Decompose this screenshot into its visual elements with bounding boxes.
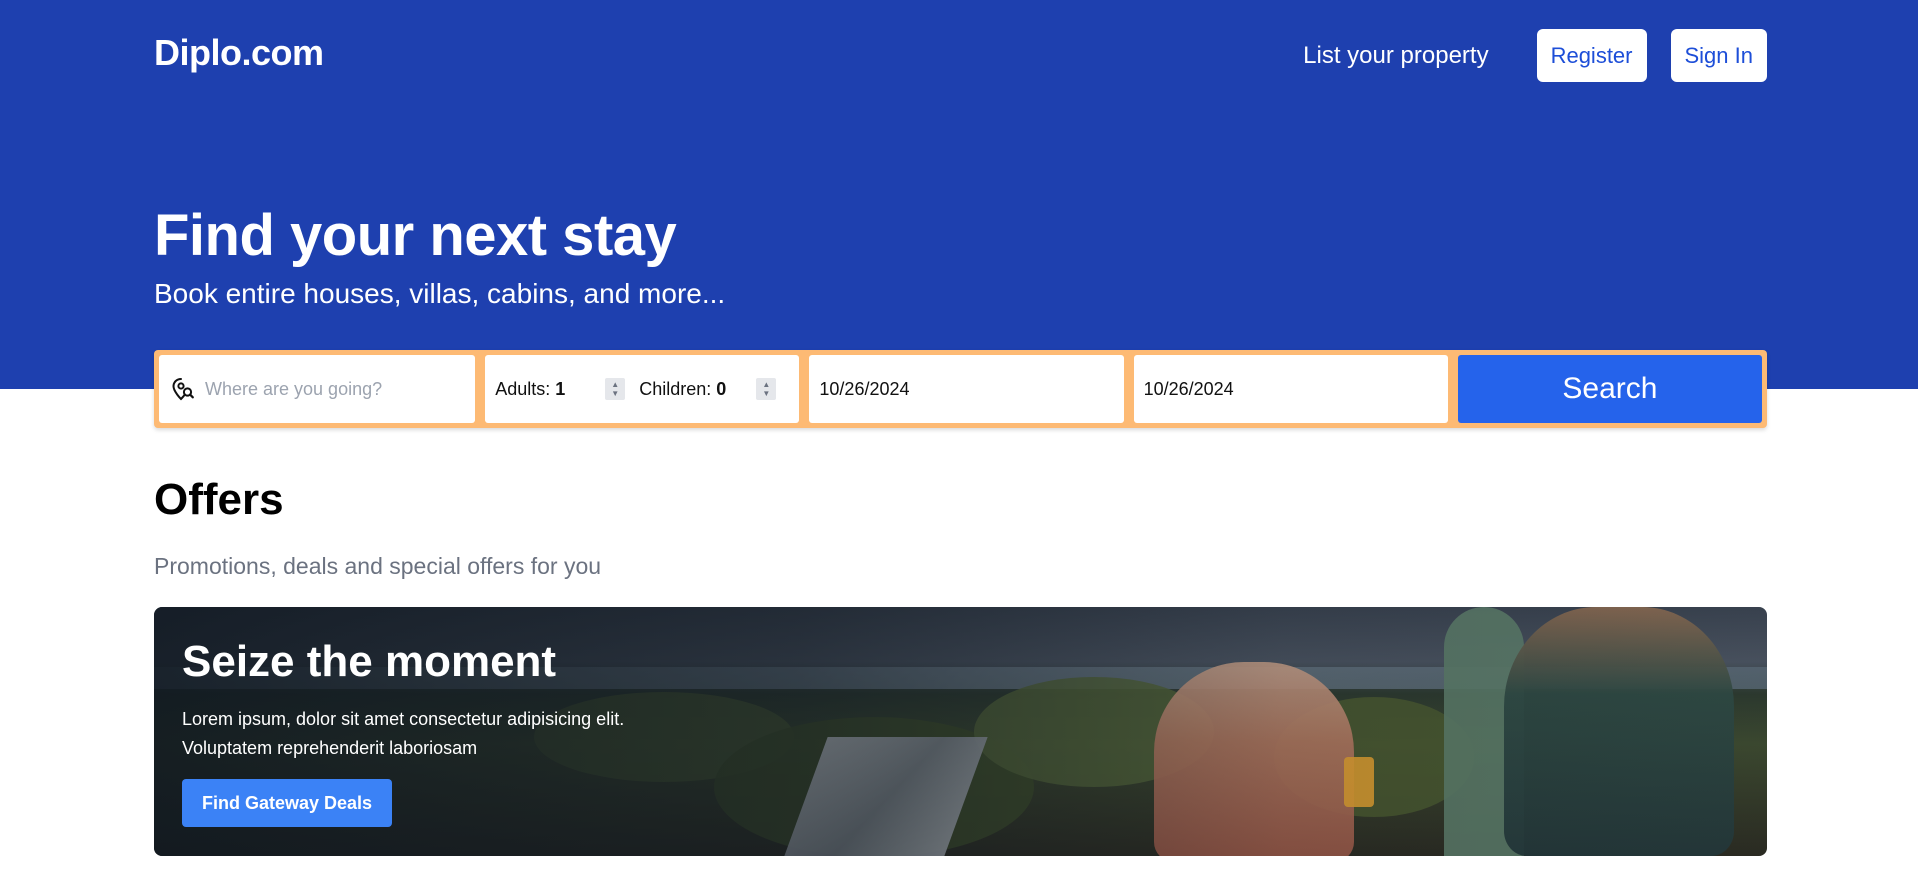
banner-text: Lorem ipsum, dolor sit amet consectetur … [182,709,625,758]
check-out-date-input[interactable]: 10/26/2024 [1133,355,1448,423]
chevron-down-icon[interactable]: ▼ [611,389,619,398]
site-logo[interactable]: Diplo.com [154,32,324,74]
site-header: Diplo.com List your property Register Si… [154,0,1767,112]
check-in-date-input[interactable]: 10/26/2024 [809,355,1124,423]
location-search-icon [172,378,194,401]
search-button[interactable]: Search [1457,355,1763,423]
hero-subtitle: Book entire houses, villas, cabins, and … [154,278,726,309]
adults-label: Adults: [495,378,551,399]
adults-value: 1 [555,378,566,399]
list-property-link[interactable]: List your property [1303,42,1488,70]
children-stepper[interactable]: ▲ ▼ [756,378,777,400]
adults-stepper[interactable]: ▲ ▼ [605,378,626,400]
children-value: 0 [716,378,727,399]
chevron-down-icon[interactable]: ▼ [762,389,770,398]
offers-subtitle: Promotions, deals and special offers for… [154,553,602,579]
sign-in-button[interactable]: Sign In [1670,29,1767,82]
children-field[interactable]: Children: 0 ▲ ▼ [639,378,777,400]
destination-input[interactable] [205,378,445,400]
offers-title: Offers [154,475,284,524]
offer-banner: Seize the moment Lorem ipsum, dolor sit … [154,607,1767,856]
hero-title: Find your next stay [154,203,677,268]
destination-field[interactable] [159,355,476,423]
chevron-up-icon[interactable]: ▲ [611,380,619,389]
banner-title: Seize the moment [182,637,557,686]
chevron-up-icon[interactable]: ▲ [762,380,770,389]
find-gateway-deals-button[interactable]: Find Gateway Deals [182,779,393,827]
search-bar: Adults: 1 ▲ ▼ Children: 0 ▲ ▼ 10/26/2024… [154,350,1767,428]
children-label: Children: [639,378,712,399]
adults-field[interactable]: Adults: 1 ▲ ▼ [495,378,626,400]
register-button[interactable]: Register [1536,29,1647,82]
guests-field: Adults: 1 ▲ ▼ Children: 0 ▲ ▼ [485,355,800,423]
header-nav: List your property Register Sign In [1303,29,1767,82]
